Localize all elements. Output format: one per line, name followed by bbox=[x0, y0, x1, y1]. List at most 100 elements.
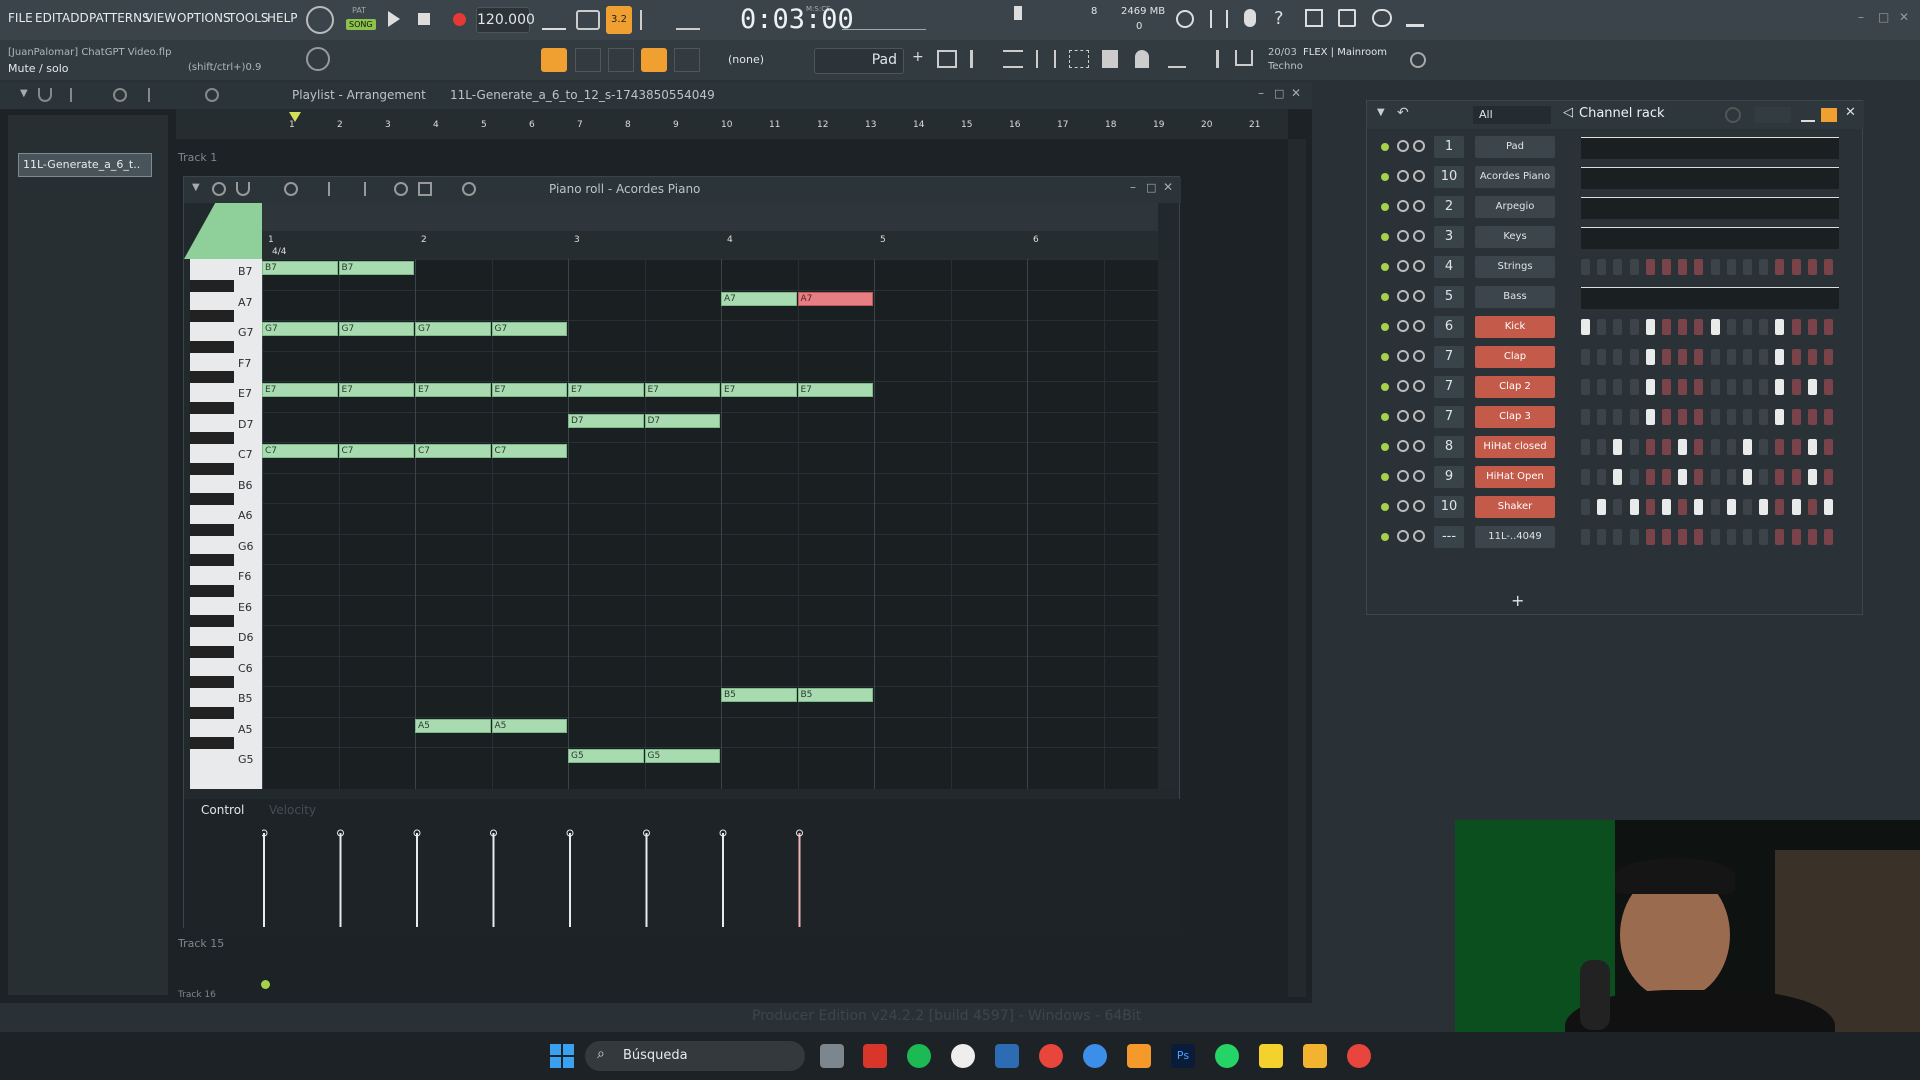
channel-volume-knob[interactable] bbox=[1413, 500, 1425, 512]
step-button[interactable] bbox=[1759, 349, 1769, 365]
photoshop-icon[interactable]: Ps bbox=[1171, 1044, 1195, 1068]
mixer-faders-icon[interactable] bbox=[1036, 50, 1056, 68]
step-button[interactable] bbox=[1824, 409, 1833, 425]
note[interactable]: C7 bbox=[262, 444, 338, 458]
channel-volume-knob[interactable] bbox=[1413, 350, 1425, 362]
step-button[interactable] bbox=[1629, 349, 1639, 365]
step-button[interactable] bbox=[1726, 469, 1736, 485]
stop-icon[interactable] bbox=[418, 13, 430, 25]
minimize-icon[interactable]: – bbox=[1858, 10, 1864, 24]
step-button[interactable] bbox=[1613, 469, 1623, 485]
step-button[interactable] bbox=[1581, 439, 1590, 455]
note[interactable]: A7 bbox=[721, 291, 797, 306]
step-button[interactable] bbox=[1726, 319, 1736, 335]
pat-label[interactable]: PAT bbox=[352, 6, 366, 15]
note[interactable]: E7 bbox=[491, 383, 567, 397]
stamp-icon[interactable] bbox=[674, 48, 700, 72]
note[interactable]: C7 bbox=[415, 444, 491, 458]
step-button[interactable] bbox=[1662, 319, 1671, 335]
step-button[interactable] bbox=[1775, 529, 1785, 545]
step-button[interactable] bbox=[1613, 379, 1623, 395]
track-1-label[interactable]: Track 1 bbox=[178, 151, 217, 164]
song-mode-button[interactable]: SONG bbox=[346, 19, 376, 30]
step-button[interactable] bbox=[1726, 499, 1736, 515]
step-button[interactable] bbox=[1726, 379, 1736, 395]
step-button[interactable] bbox=[1597, 439, 1607, 455]
zoom-tool-icon[interactable] bbox=[205, 88, 219, 102]
mute-tool-icon[interactable] bbox=[136, 88, 150, 102]
record-icon[interactable] bbox=[453, 13, 466, 26]
mail-app-icon[interactable] bbox=[863, 1044, 887, 1068]
pin-icon[interactable] bbox=[1135, 50, 1149, 68]
channel-pan-knob[interactable] bbox=[1397, 440, 1409, 452]
step-button[interactable] bbox=[1710, 379, 1720, 395]
step-button[interactable] bbox=[1775, 499, 1785, 515]
step-button[interactable] bbox=[1775, 439, 1785, 455]
channel-mute-led[interactable] bbox=[1381, 503, 1389, 511]
step-button[interactable] bbox=[1824, 469, 1833, 485]
channel-rack-close-icon[interactable]: ✕ bbox=[1845, 105, 1856, 120]
track-16-label[interactable]: Track 16 bbox=[178, 990, 216, 1000]
step-button[interactable] bbox=[1678, 439, 1688, 455]
menu-tools[interactable]: TOOLS bbox=[228, 11, 269, 25]
step-button[interactable] bbox=[1775, 409, 1785, 425]
file-explorer-icon[interactable] bbox=[1303, 1044, 1327, 1068]
channel-pan-knob[interactable] bbox=[1397, 470, 1409, 482]
step-button[interactable] bbox=[1613, 439, 1623, 455]
news-title[interactable]: FLEX | Mainroom bbox=[1303, 47, 1387, 58]
step-button[interactable] bbox=[1613, 349, 1623, 365]
note[interactable]: E7 bbox=[415, 383, 491, 397]
step-button[interactable] bbox=[1597, 379, 1607, 395]
channel-mixer-track[interactable]: 3 bbox=[1434, 226, 1464, 248]
step-button[interactable] bbox=[1678, 499, 1688, 515]
pencil-tool-icon[interactable] bbox=[328, 182, 342, 196]
step-button[interactable] bbox=[1791, 499, 1801, 515]
step-button[interactable] bbox=[1613, 259, 1623, 275]
menu-add[interactable]: ADD bbox=[62, 11, 89, 25]
menu-help[interactable]: HELP bbox=[267, 11, 298, 25]
step-button[interactable] bbox=[1645, 529, 1655, 545]
step-button[interactable] bbox=[1597, 349, 1607, 365]
note[interactable]: C7 bbox=[338, 444, 414, 458]
step-button[interactable] bbox=[1678, 469, 1688, 485]
step-button[interactable] bbox=[1597, 499, 1607, 515]
menu-patterns[interactable]: PATTERNS bbox=[89, 11, 150, 25]
channel-name-button[interactable]: HiHat closed bbox=[1475, 436, 1555, 458]
step-button[interactable] bbox=[1759, 469, 1769, 485]
step-button[interactable] bbox=[1710, 409, 1720, 425]
piano-roll-maximize-icon[interactable]: □ bbox=[1146, 181, 1156, 194]
paint-tool-icon[interactable] bbox=[352, 182, 366, 196]
channel-pan-knob[interactable] bbox=[1397, 380, 1409, 392]
channel-name-button[interactable]: Arpegio bbox=[1475, 196, 1555, 218]
channel-filter-select[interactable]: All bbox=[1473, 106, 1551, 124]
download-icon[interactable] bbox=[1406, 9, 1424, 27]
project-icon[interactable] bbox=[1102, 50, 1118, 68]
step-button[interactable] bbox=[1726, 439, 1736, 455]
step-button[interactable] bbox=[1710, 529, 1720, 545]
note[interactable]: B7 bbox=[338, 261, 414, 275]
channel-mute-led[interactable] bbox=[1381, 173, 1389, 181]
step-button[interactable] bbox=[1694, 259, 1704, 275]
plugin-picker-icon[interactable] bbox=[1069, 50, 1089, 68]
step-button[interactable] bbox=[1791, 529, 1801, 545]
channel-name-button[interactable]: HiHat Open bbox=[1475, 466, 1555, 488]
step-button[interactable] bbox=[1791, 409, 1801, 425]
step-button[interactable] bbox=[1581, 499, 1590, 515]
tools-wrench-icon[interactable] bbox=[212, 182, 226, 196]
channel-mute-led[interactable] bbox=[1381, 473, 1389, 481]
note[interactable]: A7 bbox=[797, 291, 873, 306]
step-button[interactable] bbox=[1678, 409, 1688, 425]
step-button[interactable] bbox=[1581, 409, 1590, 425]
maximize-icon[interactable]: □ bbox=[1878, 10, 1889, 24]
step-button[interactable] bbox=[1743, 259, 1752, 275]
step-button[interactable] bbox=[1581, 379, 1590, 395]
channel-volume-knob[interactable] bbox=[1413, 320, 1425, 332]
step-button[interactable] bbox=[1791, 439, 1801, 455]
step-button[interactable] bbox=[1824, 379, 1833, 395]
channel-piano-roll-preview[interactable] bbox=[1581, 197, 1839, 219]
channel-volume-knob[interactable] bbox=[1413, 530, 1425, 542]
taskbar-search[interactable]: ⌕ Búsqueda bbox=[585, 1041, 805, 1071]
black-key[interactable] bbox=[190, 615, 234, 627]
step-button[interactable] bbox=[1645, 439, 1655, 455]
whatsapp-icon[interactable] bbox=[1215, 1044, 1239, 1068]
